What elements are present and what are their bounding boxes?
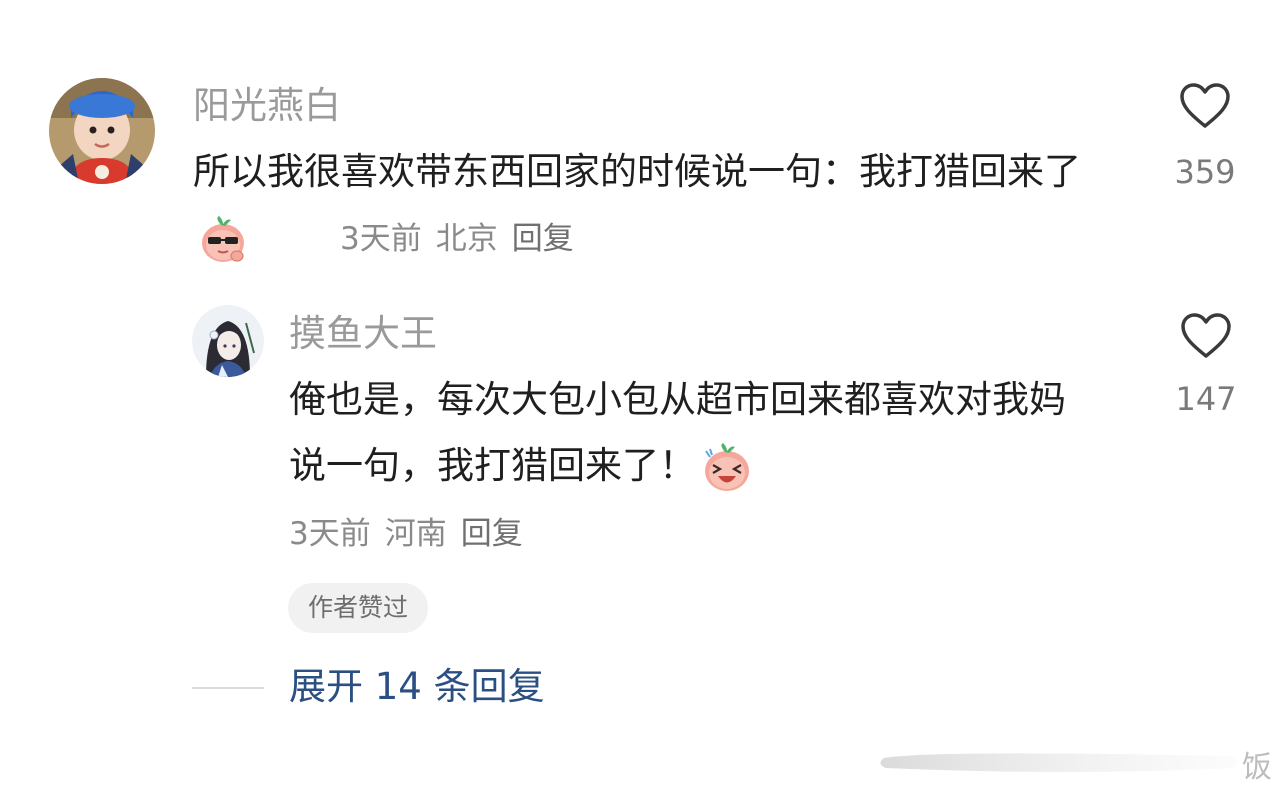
sunglasses-peach-emoji-icon bbox=[199, 215, 247, 264]
heart-icon bbox=[1180, 83, 1230, 128]
comment-text-content: 所以我很喜欢带东西回家的时候说一句：我打猎回来了 bbox=[193, 150, 1081, 193]
comment-like-button[interactable] bbox=[1172, 82, 1238, 134]
replier-avatar[interactable] bbox=[192, 305, 264, 377]
watermark: 饭 bbox=[872, 738, 1282, 786]
reply-like-button[interactable] bbox=[1173, 312, 1239, 364]
reply-location: 河南 bbox=[384, 516, 447, 552]
commenter-avatar[interactable] bbox=[49, 78, 155, 184]
comment-meta: 3天前 北京 回复 bbox=[340, 219, 588, 259]
comment-text: 所以我很喜欢带东西回家的时候说一句：我打猎回来了 bbox=[193, 139, 1123, 271]
replier-username[interactable]: 摸鱼大王 bbox=[289, 312, 437, 356]
reply-meta: 3天前 河南 回复 bbox=[289, 514, 537, 554]
comment-location: 北京 bbox=[435, 221, 498, 257]
heart-icon bbox=[1181, 313, 1231, 358]
reply-time: 3天前 bbox=[289, 516, 371, 552]
watermark-text: 饭 bbox=[1242, 750, 1272, 785]
expand-divider bbox=[192, 687, 264, 689]
watermark-stroke-icon bbox=[880, 753, 1237, 772]
comment-time: 3天前 bbox=[340, 221, 422, 257]
reply-text-content: 俺也是，每次大包小包从超市回来都喜欢对我妈说一句，我打猎回来了！ bbox=[289, 378, 1066, 487]
laughing-peach-emoji-icon bbox=[702, 442, 752, 493]
reply-like-count: 147 bbox=[1175, 380, 1237, 418]
commenter-username[interactable]: 阳光燕白 bbox=[193, 84, 341, 128]
comment-like-count: 359 bbox=[1174, 153, 1236, 191]
reply-reply-button[interactable]: 回复 bbox=[461, 516, 523, 552]
author-liked-badge: 作者赞过 bbox=[288, 583, 429, 633]
reply-text: 俺也是，每次大包小包从超市回来都喜欢对我妈说一句，我打猎回来了！ bbox=[289, 367, 1089, 499]
comment-reply-button[interactable]: 回复 bbox=[512, 221, 574, 257]
expand-replies-button[interactable]: 展开 14 条回复 bbox=[289, 664, 545, 710]
